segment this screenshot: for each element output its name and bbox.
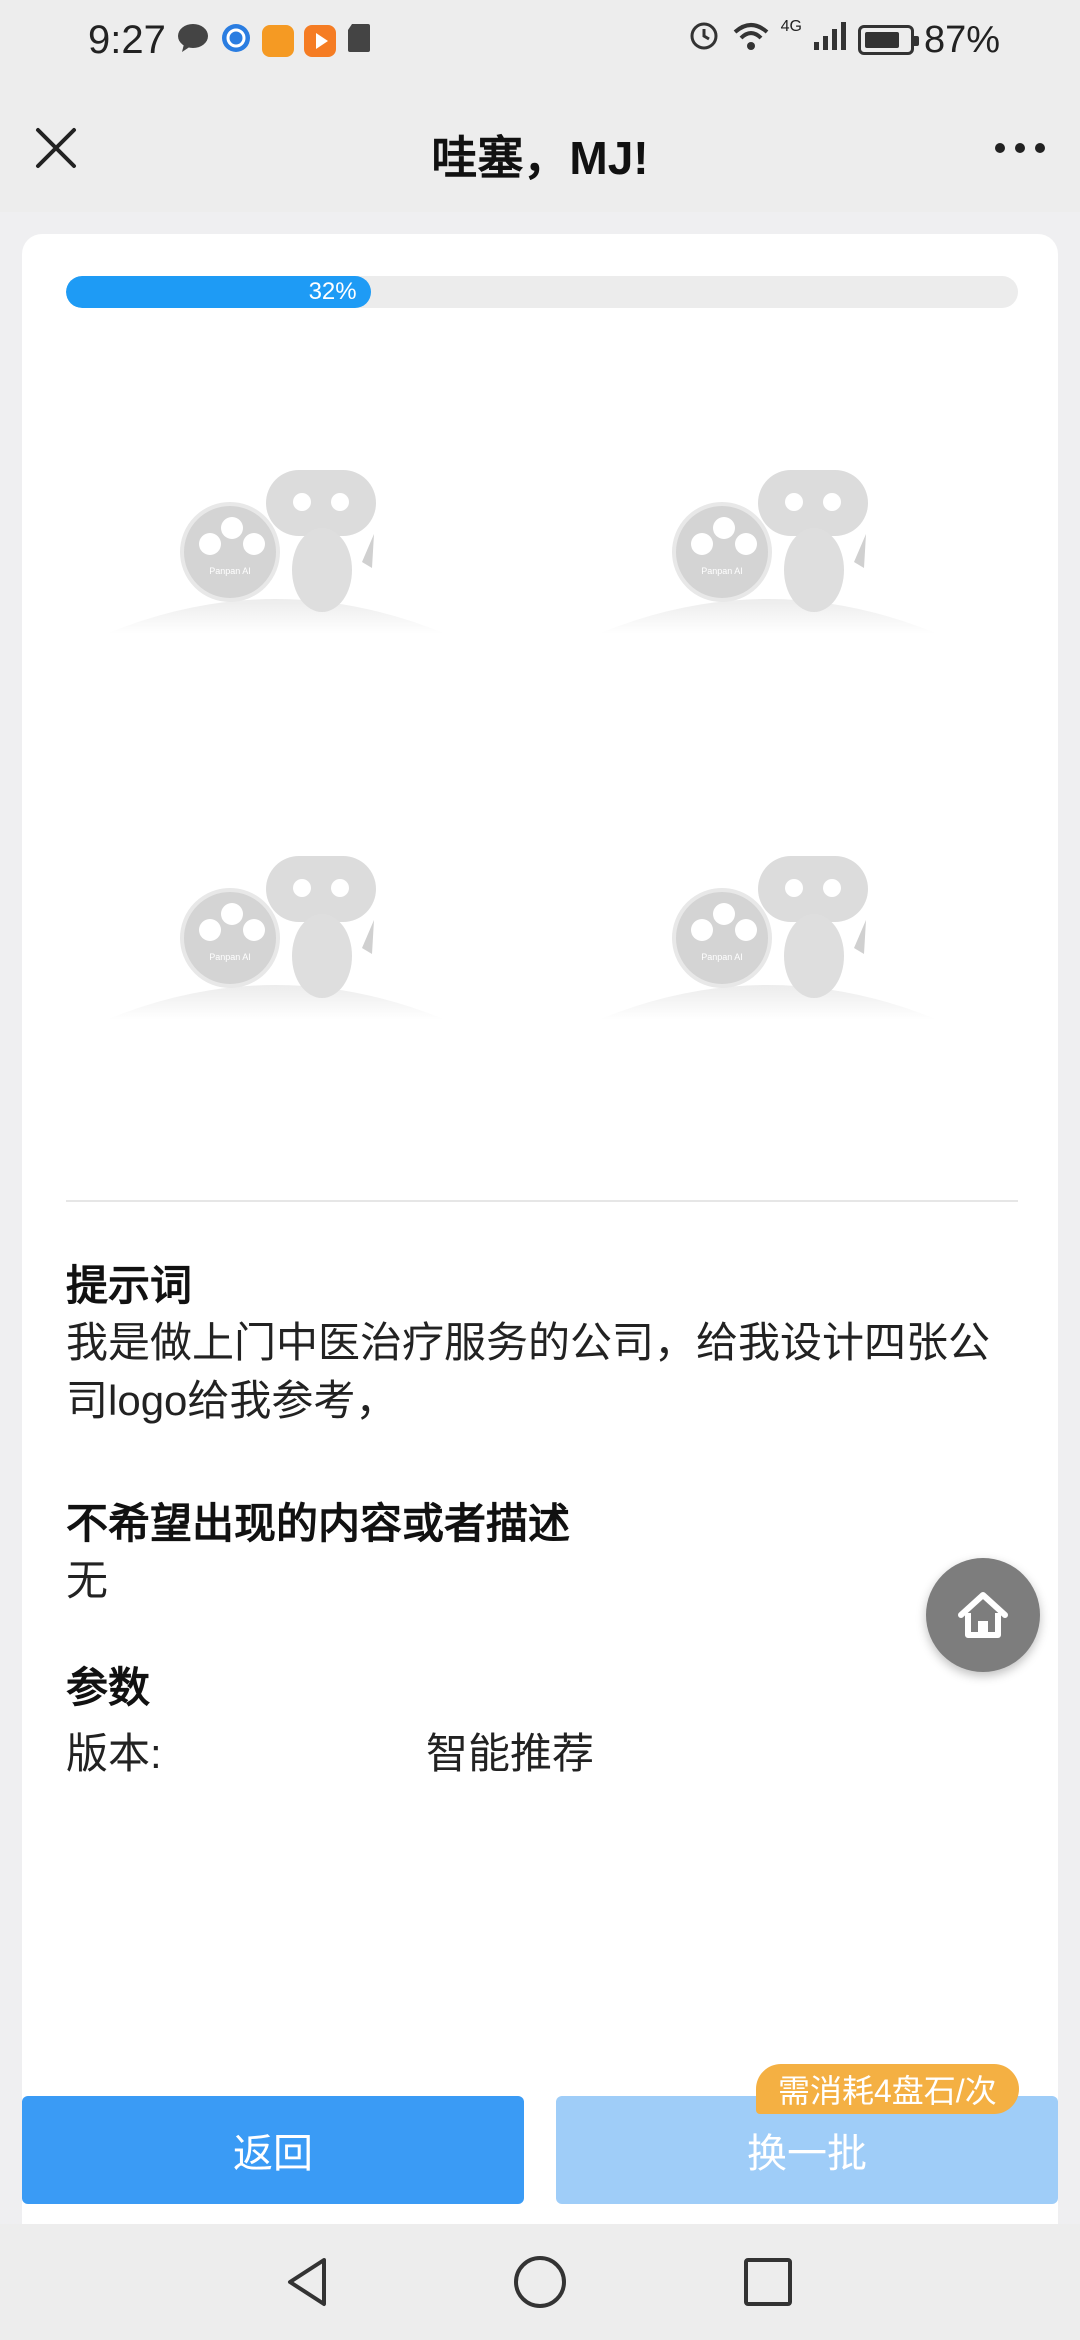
prompt-text: 我是做上门中医治疗服务的公司，给我设计四张公司logo给我参考，: [66, 1319, 991, 1424]
negative-prompt-text: 无: [66, 1557, 109, 1604]
battery-icon: [857, 25, 919, 55]
watermark-text: Panpan AI: [209, 566, 251, 576]
status-bar: 9:27 4G 87%: [0, 0, 1080, 84]
system-nav-bar: [0, 2224, 1080, 2340]
image-grid: Panpan AI Panpan AI Panpan AI Panpan AI: [66, 344, 1018, 1064]
system-home-button[interactable]: [510, 2252, 570, 2312]
triangle-back-icon: [288, 2258, 326, 2306]
prompt-title: 提示词: [66, 1262, 193, 1309]
signal-icon: [812, 19, 848, 62]
progress-bar: 32%: [66, 276, 1018, 308]
image-placeholder-4[interactable]: Panpan AI: [568, 780, 968, 1110]
circle-home-icon: [514, 2256, 566, 2308]
image-placeholder-3[interactable]: Panpan AI: [76, 780, 476, 1110]
watermark-text: Panpan AI: [701, 566, 743, 576]
wifi-icon: [731, 19, 771, 62]
sd-card-icon: [346, 22, 372, 59]
divider: [66, 1200, 1018, 1202]
alarm-icon: [687, 18, 721, 62]
more-icon: [995, 143, 1045, 153]
robot-placeholder-illustration: Panpan AI: [106, 856, 446, 1020]
robot-placeholder-illustration: Panpan AI: [598, 856, 938, 1020]
cost-badge: 需消耗4盘石/次: [756, 2064, 1019, 2114]
progress-label: 32%: [308, 278, 357, 305]
browser-icon: [220, 22, 252, 59]
chat-bubble-icon: [176, 22, 210, 59]
status-time: 9:27: [88, 18, 166, 62]
status-notification-icons: [176, 22, 372, 59]
params-title: 参数: [66, 1664, 151, 1711]
version-label: 版本:: [66, 1730, 162, 1777]
watermark-text: Panpan AI: [701, 952, 743, 962]
home-button[interactable]: [926, 1558, 1040, 1672]
back-button[interactable]: 返回: [22, 2096, 524, 2204]
more-button[interactable]: [990, 124, 1050, 172]
robot-placeholder-illustration: Panpan AI: [106, 470, 446, 634]
video-app-icon: [304, 24, 336, 57]
square-recents-icon: [744, 2258, 792, 2306]
page-title: 哇塞，MJ!: [431, 132, 649, 184]
version-value: 智能推荐: [426, 1730, 595, 1777]
image-placeholder-1[interactable]: Panpan AI: [76, 394, 476, 724]
watermark-text: Panpan AI: [209, 952, 251, 962]
robot-placeholder-illustration: Panpan AI: [598, 470, 938, 634]
network-type: 4G: [780, 18, 802, 35]
battery-percent: 87%: [923, 18, 1000, 61]
image-placeholder-2[interactable]: Panpan AI: [568, 394, 968, 724]
progress-fill: 32%: [66, 276, 371, 308]
nav-bar: 哇塞，MJ!: [0, 84, 1080, 212]
orange-app-icon: [262, 24, 294, 57]
system-recents-button[interactable]: [738, 2252, 798, 2312]
content-card: 32% Panpan AI Panpan AI Panpan AI Panpan…: [22, 234, 1058, 2224]
negative-prompt-title: 不希望出现的内容或者描述: [66, 1500, 571, 1547]
status-right: 4G 87%: [687, 18, 1000, 62]
system-back-button[interactable]: [278, 2252, 338, 2312]
home-icon: [958, 1592, 1008, 1638]
